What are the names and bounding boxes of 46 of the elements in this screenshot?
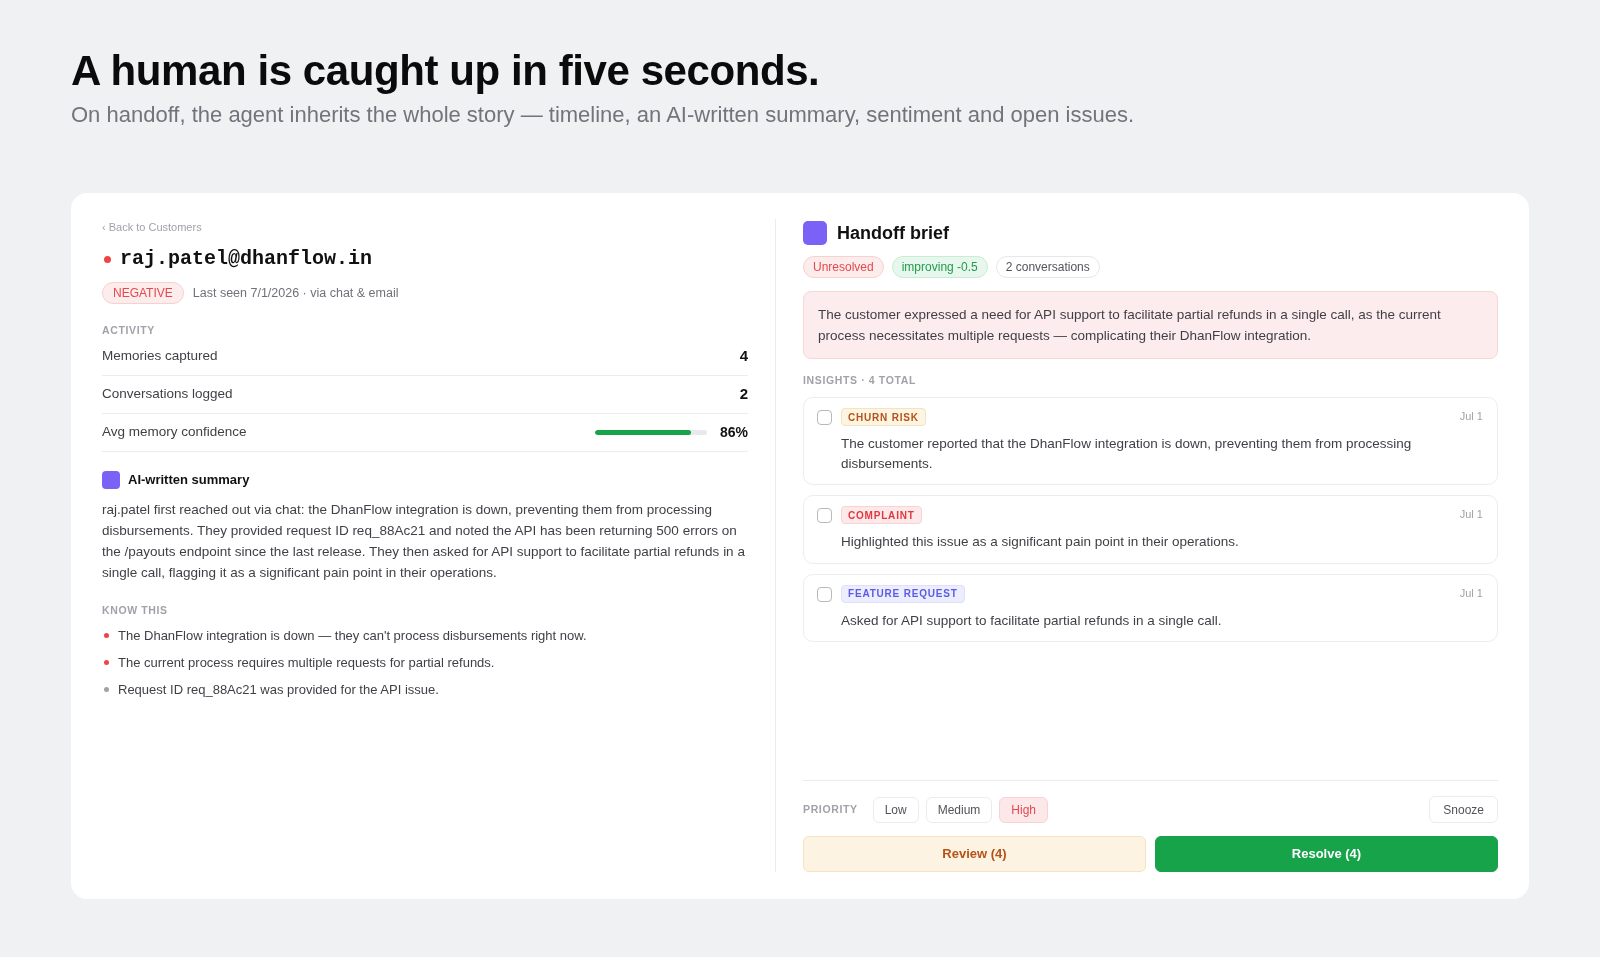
section-label: ACTIVITY bbox=[102, 323, 155, 337]
priority-option[interactable]: High bbox=[999, 796, 1049, 823]
customer-email: raj.patel@dhanflow.in bbox=[120, 246, 373, 272]
metric-value: 2 bbox=[739, 384, 748, 405]
insight-text: Asked for API support to facilitate partial refunds in a single call. bbox=[841, 611, 1223, 630]
section-label: KNOW THIS bbox=[102, 602, 168, 617]
summary-text: raj.patel first reached out via chat: the DhanFlow integration is down, preventing them from processing disbursements. They provided request ID req_88Ac21 and noted the API has been returning 500 errors on the /payouts endpoint since the last release. They then asked for API support to facilitate partial refunds in a single call, flagging it as a significant pain point in their operations. bbox=[102, 500, 746, 583]
summary-icon bbox=[102, 470, 120, 489]
metric-label: Memories captured bbox=[102, 347, 218, 366]
back-link[interactable]: ‹ Back to Customers bbox=[102, 219, 202, 235]
section-label: INSIGHTS · 4 TOTAL bbox=[803, 373, 917, 387]
fact-text: Request ID req_88Ac21 was provided for the API issue. bbox=[118, 680, 439, 699]
brief-summary: The customer expressed a need for API support to facilitate partial refunds in a single call, as the current process necessitates multiple requests — complicating their DhanFlow integration. bbox=[803, 291, 1498, 359]
priority-label: PRIORITY bbox=[803, 801, 858, 817]
insight-checkbox[interactable] bbox=[817, 410, 832, 425]
insight-tag: FEATURE REQUEST bbox=[841, 584, 965, 603]
insight-text: The customer reported that the DhanFlow integration is down, preventing them from processing disbursements. bbox=[841, 435, 1413, 473]
status-badge: improving -0.5 bbox=[891, 256, 988, 278]
insight-date: Jul 1 bbox=[1459, 585, 1483, 601]
insight-tag: CHURN RISK bbox=[841, 408, 926, 426]
resolve-button[interactable]: Resolve (4) bbox=[1155, 836, 1498, 872]
snooze-button[interactable]: Snooze bbox=[1429, 796, 1498, 823]
insight-tag: COMPLAINT bbox=[841, 506, 922, 524]
sentiment-badge: NEGATIVE bbox=[102, 282, 184, 304]
page-heading: A human is caught up in five seconds. bbox=[71, 46, 820, 96]
status-badge: Unresolved bbox=[803, 256, 884, 278]
insight-checkbox[interactable] bbox=[817, 508, 832, 523]
insight-date: Jul 1 bbox=[1459, 409, 1483, 424]
last-seen-text: Last seen 7/1/2026 · via chat & email bbox=[192, 284, 399, 302]
fact-text: The DhanFlow integration is down — they can't process disbursements right now. bbox=[118, 626, 587, 645]
metric-value: 4 bbox=[739, 346, 748, 367]
insight-date: Jul 1 bbox=[1459, 507, 1483, 522]
page-subtitle: On handoff, the agent inherits the whole story — timeline, an AI-written summary, sentiment and open issues. bbox=[71, 101, 1135, 129]
brief-icon bbox=[803, 221, 827, 245]
status-badge: 2 conversations bbox=[995, 256, 1100, 278]
summary-title: AI-written summary bbox=[128, 471, 250, 489]
priority-option[interactable]: Medium bbox=[925, 796, 993, 823]
fact-text: The current process requires multiple requests for partial refunds. bbox=[118, 653, 495, 672]
brief-title: Handoff brief bbox=[837, 221, 949, 245]
review-button[interactable]: Review (4) bbox=[803, 836, 1146, 872]
metric-label: Avg memory confidence bbox=[102, 423, 247, 442]
insight-text: Highlighted this issue as a significant pain point in their operations. bbox=[841, 533, 1240, 551]
metric-value: 86% bbox=[719, 423, 748, 442]
priority-option[interactable]: Low bbox=[872, 796, 919, 823]
insight-checkbox[interactable] bbox=[817, 586, 832, 602]
metric-label: Conversations logged bbox=[102, 385, 233, 404]
